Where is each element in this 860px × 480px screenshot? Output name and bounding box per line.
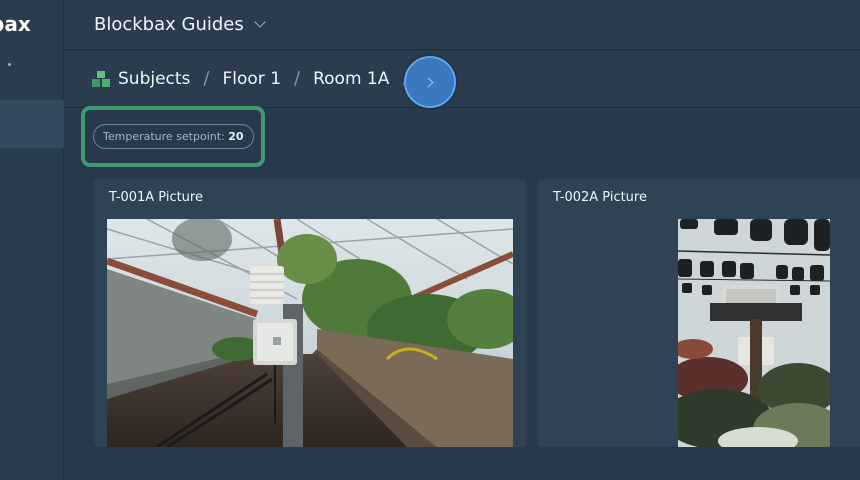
chevron-down-icon (254, 16, 266, 28)
breadcrumb-item-room[interactable]: Room 1A (313, 69, 389, 89)
workspace-name: Blockbax Guides (94, 14, 244, 35)
sidebar: bax (0, 0, 64, 480)
breadcrumb-item-floor[interactable]: Floor 1 (223, 69, 282, 89)
picture-card: T-002A Picture (538, 179, 860, 447)
property-label: Temperature setpoint: (103, 130, 225, 143)
chevron-right-icon (423, 77, 434, 87)
greenhouse-sensor-photo (107, 219, 513, 447)
breadcrumb-bar: Subjects / Floor 1 / Room 1A / (64, 51, 860, 108)
workspace-switcher[interactable]: Blockbax Guides (94, 14, 266, 35)
photo-illustration (107, 219, 513, 447)
breadcrumb-separator: / (203, 68, 210, 89)
breadcrumb: Subjects / Floor 1 / Room 1A / (92, 68, 421, 89)
sidebar-dot (8, 63, 11, 66)
app-logo[interactable]: bax (0, 12, 64, 36)
breadcrumb-separator: / (294, 68, 301, 89)
sidebar-item-active[interactable] (0, 100, 64, 148)
photo-illustration (678, 219, 830, 447)
property-badge[interactable]: Temperature setpoint: 20 (93, 124, 254, 149)
property-value: 20 (228, 130, 244, 143)
breadcrumb-next-button[interactable] (404, 56, 456, 108)
top-bar: Blockbax Guides (64, 0, 860, 50)
card-title: T-002A Picture (553, 190, 647, 205)
picture-card: T-001A Picture (94, 179, 526, 447)
cubes-icon (92, 70, 110, 87)
nursery-sensor-photo (678, 219, 830, 447)
breadcrumb-item-subjects[interactable]: Subjects (118, 69, 190, 89)
card-title: T-001A Picture (109, 190, 203, 205)
